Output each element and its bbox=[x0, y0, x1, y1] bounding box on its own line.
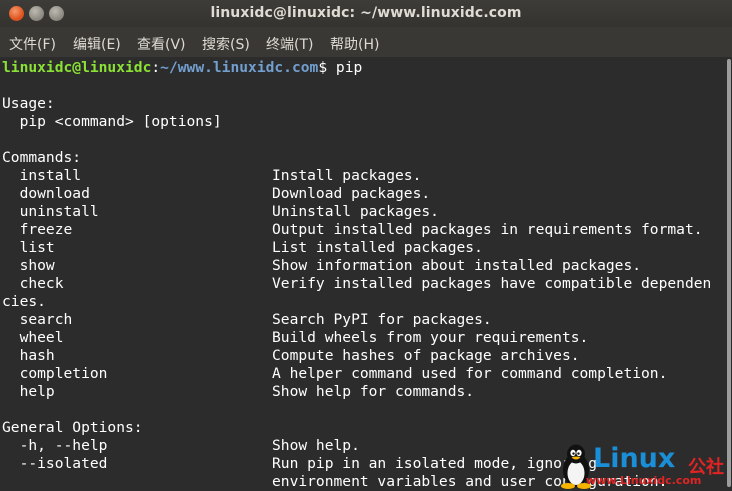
command-desc: Install packages. bbox=[272, 167, 422, 184]
scrollbar-thumb[interactable] bbox=[727, 59, 731, 487]
command-row: wheel Build wheels from your requirements… bbox=[2, 329, 589, 347]
command-name: wheel bbox=[2, 329, 64, 346]
commands-header: Commands: bbox=[2, 149, 82, 166]
command-desc: Search PyPI for packages. bbox=[272, 311, 492, 328]
command-row: show Show information about installed pac… bbox=[2, 257, 641, 275]
menu-view[interactable]: 查看(V) bbox=[137, 34, 186, 54]
command-name: list bbox=[2, 239, 55, 256]
command-desc: Uninstall packages. bbox=[272, 203, 439, 220]
window-title: linuxidc@linuxidc: ~/www.linuxidc.com bbox=[210, 5, 522, 21]
command-name: hash bbox=[2, 347, 55, 364]
prompt-user: linuxidc@linuxidc bbox=[2, 59, 152, 76]
menu-help[interactable]: 帮助(H) bbox=[330, 34, 379, 54]
command-desc: Show information about installed package… bbox=[272, 257, 642, 274]
command-row: download Download packages. bbox=[2, 185, 431, 203]
option-row: -h, --help Show help. bbox=[2, 437, 362, 455]
option-name: --isolated bbox=[2, 455, 108, 472]
prompt-line: linuxidc@linuxidc:~/www.linuxidc.com$ pi… bbox=[2, 59, 362, 77]
prompt-path: ~/www.linuxidc.com bbox=[160, 59, 319, 76]
command-row: install Install packages. bbox=[2, 167, 422, 185]
command-row: check Verify installed packages have comp… bbox=[2, 275, 712, 293]
prompt-command: pip bbox=[335, 59, 363, 76]
command-row: help Show help for commands. bbox=[2, 383, 475, 401]
command-name: check bbox=[2, 275, 64, 292]
menu-bar: 文件(F) 编辑(E) 查看(V) 搜索(S) 终端(T) 帮助(H) bbox=[0, 27, 732, 57]
menu-search[interactable]: 搜索(S) bbox=[202, 34, 250, 54]
command-name: completion bbox=[2, 365, 108, 382]
command-name: download bbox=[2, 185, 90, 202]
command-desc: Verify installed packages have compatibl… bbox=[272, 275, 712, 292]
command-desc: Compute hashes of package archives. bbox=[272, 347, 580, 364]
watermark-url: www.Linuxidc.com bbox=[586, 474, 702, 487]
terminal-content: linuxidc@linuxidc:~/www.linuxidc.com$ pi… bbox=[2, 59, 712, 491]
usage-header: Usage: bbox=[2, 95, 55, 112]
option-row: --isolated Run pip in an isolated mode, i… bbox=[2, 455, 598, 473]
command-desc: Output installed packages in requirement… bbox=[272, 221, 703, 238]
site-watermark: Linux 公社 www.Linuxidc.com bbox=[553, 441, 732, 491]
command-desc: Show help for commands. bbox=[272, 383, 475, 400]
command-row: search Search PyPI for packages. bbox=[2, 311, 492, 329]
title-bar[interactable]: linuxidc@linuxidc: ~/www.linuxidc.com bbox=[0, 0, 732, 27]
menu-edit[interactable]: 编辑(E) bbox=[73, 34, 121, 54]
command-row: completion A helper command used for comm… bbox=[2, 365, 668, 383]
command-row: hash Compute hashes of package archives. bbox=[2, 347, 580, 365]
usage-line: pip <command> [options] bbox=[2, 113, 222, 130]
command-name: install bbox=[2, 167, 82, 184]
command-desc: Build wheels from your requirements. bbox=[272, 329, 589, 346]
prompt-separator: : bbox=[151, 59, 161, 76]
option-row: environment variables and user configura… bbox=[2, 473, 667, 491]
command-name: help bbox=[2, 383, 55, 400]
wrapped-text-line: cies. bbox=[2, 293, 46, 310]
terminal-window: linuxidc@linuxidc: ~/www.linuxidc.com 文件… bbox=[0, 0, 732, 491]
command-name: show bbox=[2, 257, 55, 274]
option-name: -h, --help bbox=[2, 437, 108, 454]
command-row: freeze Output installed packages in requi… bbox=[2, 221, 703, 239]
terminal-output-area[interactable]: linuxidc@linuxidc:~/www.linuxidc.com$ pi… bbox=[0, 57, 732, 491]
command-desc: A helper command used for command comple… bbox=[272, 365, 668, 382]
menu-terminal[interactable]: 终端(T) bbox=[266, 34, 313, 54]
watermark-brand: Linux bbox=[593, 443, 676, 474]
command-name: freeze bbox=[2, 221, 73, 238]
command-name: search bbox=[2, 311, 73, 328]
option-desc: Show help. bbox=[272, 437, 360, 454]
command-row: uninstall Uninstall packages. bbox=[2, 203, 439, 221]
command-desc: List installed packages. bbox=[272, 239, 483, 256]
prompt-symbol: $ bbox=[318, 59, 336, 76]
command-desc: Download packages. bbox=[272, 185, 431, 202]
terminal-scrollbar[interactable] bbox=[727, 59, 731, 489]
menu-file[interactable]: 文件(F) bbox=[9, 34, 56, 54]
command-name: uninstall bbox=[2, 203, 99, 220]
option-desc: Run pip in an isolated mode, ignoring bbox=[272, 455, 598, 472]
general-options-header: General Options: bbox=[2, 419, 143, 436]
command-row: list List installed packages. bbox=[2, 239, 483, 257]
